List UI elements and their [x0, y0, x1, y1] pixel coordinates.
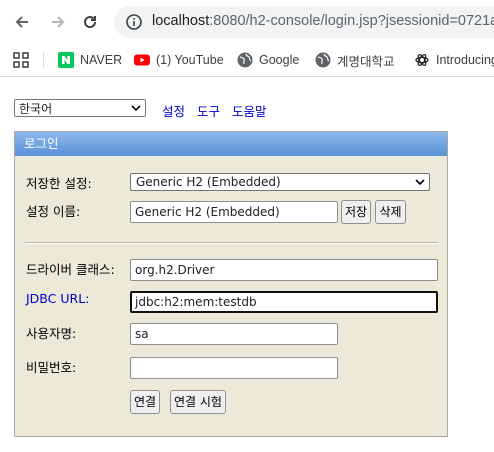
language-select[interactable]: 한국어 [14, 99, 146, 117]
globe-icon [237, 52, 253, 68]
apps-grid-icon[interactable] [12, 51, 30, 69]
bookmark-keimyung[interactable]: 계명대학교 [315, 50, 395, 70]
divider [25, 242, 438, 244]
connect-button[interactable]: 연결 [130, 390, 160, 414]
driver-class-label: 드라이버 클래스: [26, 262, 115, 277]
bookmarks-bar: NAVER (1) YouTube Google 계명대학교 Introduci… [0, 44, 494, 77]
jdbc-url-input[interactable]: jdbc:h2:mem:testdb [130, 291, 438, 313]
bookmark-youtube[interactable]: (1) YouTube [134, 50, 224, 70]
login-title: 로그인 [15, 132, 447, 156]
help-link[interactable]: 도움말 [232, 101, 267, 120]
test-connection-button[interactable]: 연결 시험 [170, 390, 226, 414]
chevron-down-icon [131, 105, 141, 112]
saved-settings-value: Generic H2 (Embedded) [136, 175, 281, 189]
url-text: localhost:8080/h2-console/login.jsp?jses… [152, 13, 494, 29]
browser-toolbar: localhost:8080/h2-console/login.jsp?jses… [0, 0, 494, 44]
forward-button[interactable] [44, 8, 72, 36]
password-input[interactable] [130, 357, 338, 379]
language-select-value: 한국어 [19, 102, 53, 116]
setting-name-label: 설정 이름: [26, 204, 81, 219]
password-label: 비밀번호: [26, 360, 77, 375]
openai-icon [414, 52, 430, 68]
bookmark-google[interactable]: Google [237, 50, 299, 70]
naver-icon [58, 52, 74, 68]
delete-setting-button[interactable]: 삭제 [375, 200, 406, 224]
tools-link[interactable]: 도구 [197, 101, 220, 120]
driver-class-input[interactable]: org.h2.Driver [130, 259, 438, 281]
chevron-down-icon [415, 179, 425, 186]
setting-name-input[interactable]: Generic H2 (Embedded) [130, 201, 338, 223]
bookmark-label: 계명대학교 [337, 54, 395, 69]
bookmark-label: (1) YouTube [156, 53, 224, 67]
reload-button[interactable] [76, 8, 104, 36]
login-panel: 로그인 저장한 설정: Generic H2 (Embedded) 설정 이름:… [14, 131, 448, 437]
globe-icon [315, 52, 331, 68]
bookmarks-separator [43, 52, 44, 68]
saved-settings-select[interactable]: Generic H2 (Embedded) [130, 173, 430, 191]
site-info-icon[interactable] [124, 12, 144, 32]
bookmark-introducing[interactable]: Introducing [414, 50, 494, 70]
back-button[interactable] [8, 8, 36, 36]
jdbc-url-label[interactable]: JDBC URL: [26, 291, 89, 306]
reload-icon [84, 16, 97, 29]
saved-settings-label: 저장한 설정: [26, 176, 92, 191]
bookmark-label: Introducing [436, 53, 494, 67]
address-bar[interactable]: localhost:8080/h2-console/login.jsp?jses… [114, 6, 494, 38]
username-input[interactable]: sa [130, 323, 338, 345]
youtube-icon [134, 52, 150, 68]
bookmark-label: NAVER [80, 53, 123, 67]
save-setting-button[interactable]: 저장 [341, 200, 371, 224]
url-host: localhost [152, 13, 210, 29]
url-path: :8080/h2-console/login.jsp?jsessionid=07… [209, 13, 494, 29]
settings-link[interactable]: 설정 [162, 101, 185, 120]
back-arrow-icon [15, 16, 28, 28]
forward-arrow-icon [52, 16, 65, 28]
username-label: 사용자명: [26, 326, 77, 341]
bookmark-naver[interactable]: NAVER [58, 50, 122, 70]
bookmark-label: Google [259, 53, 300, 67]
